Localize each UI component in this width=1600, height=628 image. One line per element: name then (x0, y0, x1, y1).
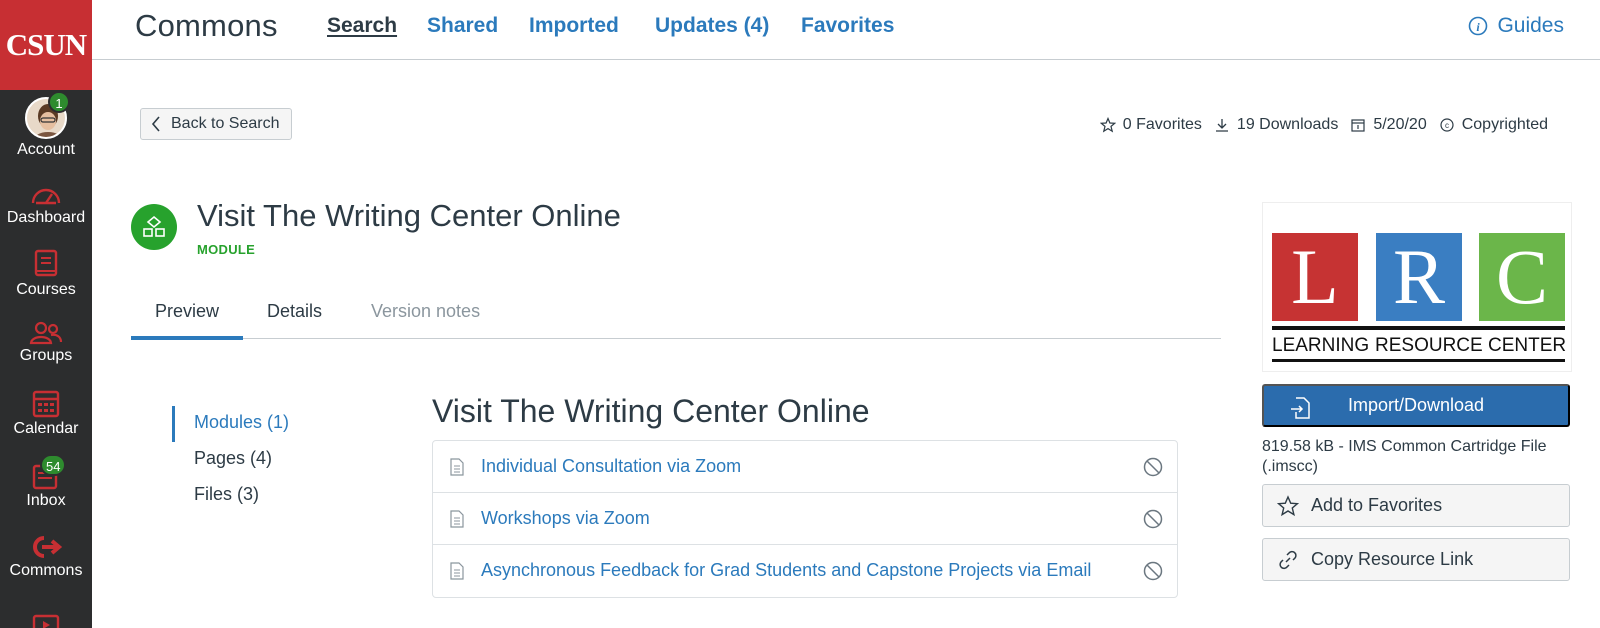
account-badge: 1 (48, 91, 70, 113)
updated-date: 5/20/20 (1373, 116, 1427, 133)
nav-calendar[interactable]: Calendar (0, 388, 92, 438)
svg-text:c: c (1445, 121, 1449, 130)
thumb-word-resource: RESOURCE (1375, 335, 1483, 356)
module-item-list: Individual Consultation via Zoom Worksho… (432, 440, 1178, 598)
favorites-stat: 0 Favorites (1099, 116, 1202, 134)
groups-icon (29, 321, 63, 345)
thumb-rule-bottom (1272, 359, 1565, 362)
top-link-imported[interactable]: Imported (529, 14, 619, 38)
nav-calendar-label: Calendar (13, 420, 79, 437)
list-item: Asynchronous Feedback for Grad Students … (433, 545, 1177, 597)
thumb-word-learning: LEARNING (1272, 335, 1370, 356)
calendar-icon (32, 390, 60, 418)
star-icon (1099, 117, 1116, 133)
module-title: Visit The Writing Center Online (432, 393, 870, 429)
thumb-word-center: CENTER (1488, 335, 1567, 356)
resource-title: Visit The Writing Center Online (197, 198, 621, 233)
tab-details[interactable]: Details (267, 301, 322, 322)
downloads-stat: 19 Downloads (1214, 116, 1338, 134)
back-label: Back to Search (171, 115, 280, 132)
resource-stats: 0 Favorites 19 Downloads 5/20/20 c Copyr… (1088, 116, 1548, 134)
nav-inbox-label: Inbox (26, 492, 66, 509)
thumb-letter-l: L (1272, 233, 1358, 321)
courses-icon (34, 249, 58, 277)
module-type-icon (131, 204, 177, 250)
module-icon (143, 215, 165, 237)
date-stat: 5/20/20 (1350, 116, 1427, 134)
commons-icon (33, 536, 62, 558)
list-item: Workshops via Zoom (433, 493, 1177, 545)
menu-pages[interactable]: Pages (4) (194, 448, 272, 469)
import-download-button[interactable]: Import/Download (1262, 384, 1570, 427)
chevron-left-icon (151, 116, 160, 132)
resource-thumbnail: L R C LEARNING RESOURCE CENTER (1262, 202, 1572, 372)
nav-inbox[interactable]: 54 Inbox (0, 454, 92, 510)
top-link-favorites[interactable]: Favorites (801, 14, 894, 38)
nav-groups-label: Groups (19, 347, 73, 364)
thumb-letter-c: C (1479, 233, 1565, 321)
star-outline-icon (1277, 494, 1299, 516)
tab-preview[interactable]: Preview (155, 301, 219, 322)
nav-commons[interactable]: Commons (0, 534, 92, 580)
nav-account[interactable]: 1 Account (0, 91, 92, 159)
favorites-count: 0 Favorites (1122, 116, 1202, 133)
add-to-favorites-button[interactable]: Add to Favorites (1262, 484, 1570, 527)
global-nav: CSUN 1 Account Dashboard Courses Groups … (0, 0, 92, 628)
copyright-icon: c (1440, 118, 1454, 132)
file-info: 819.58 kB - IMS Common Cartridge File (.… (1262, 438, 1547, 475)
menu-modules[interactable]: Modules (1) (194, 412, 289, 433)
license-stat: c Copyrighted (1439, 116, 1548, 134)
downloads-count: 19 Downloads (1236, 116, 1339, 133)
nav-courses-label: Courses (16, 281, 76, 298)
download-icon (1215, 119, 1228, 132)
copy-resource-link-button[interactable]: Copy Resource Link (1262, 538, 1570, 581)
favorite-label: Add to Favorites (1311, 495, 1443, 515)
unpublished-icon (1143, 561, 1163, 581)
import-label: Import/Download (1347, 395, 1485, 415)
nav-courses[interactable]: Courses (0, 249, 92, 299)
inbox-badge: 54 (40, 454, 67, 476)
top-link-shared[interactable]: Shared (427, 14, 498, 38)
resource-tabs: Preview Details Version notes (131, 293, 1221, 340)
thumb-rule-top (1272, 326, 1565, 330)
svg-text:i: i (1477, 20, 1481, 34)
app-title: Commons (135, 8, 278, 43)
csun-logo[interactable]: CSUN (0, 0, 92, 90)
unpublished-icon (1143, 509, 1163, 529)
info-icon: i (1469, 16, 1488, 36)
nav-dashboard[interactable]: Dashboard (0, 183, 92, 227)
active-menu-indicator (172, 406, 175, 442)
license-label: Copyrighted (1461, 116, 1548, 133)
top-link-search[interactable]: Search (327, 14, 397, 38)
menu-files[interactable]: Files (3) (194, 484, 259, 505)
dashboard-icon (31, 188, 61, 205)
document-icon (450, 458, 464, 476)
thumb-letter-r: R (1376, 233, 1462, 321)
list-item: Individual Consultation via Zoom (433, 441, 1177, 493)
nav-groups[interactable]: Groups (0, 321, 92, 365)
copy-link-label: Copy Resource Link (1311, 549, 1474, 569)
nav-dashboard-label: Dashboard (6, 209, 86, 226)
tab-version-notes: Version notes (371, 301, 481, 321)
active-tab-indicator (131, 336, 243, 340)
media-icon[interactable] (32, 612, 60, 628)
module-item-link[interactable]: Asynchronous Feedback for Grad Students … (481, 560, 1091, 581)
module-item-link[interactable]: Individual Consultation via Zoom (481, 456, 741, 477)
back-to-search-button[interactable]: Back to Search (140, 108, 292, 140)
module-item-link[interactable]: Workshops via Zoom (481, 508, 650, 529)
nav-account-label: Account (17, 141, 75, 158)
guides-label: Guides (1497, 14, 1564, 37)
resource-type-label: MODULE (197, 242, 256, 257)
top-link-updates[interactable]: Updates (4) (655, 14, 769, 38)
logo-text: CSUN (5, 27, 87, 62)
document-icon (450, 562, 464, 580)
document-icon (450, 510, 464, 528)
top-bar: Commons Search Shared Imported Updates (… (92, 0, 1600, 60)
nav-commons-label: Commons (9, 562, 83, 579)
import-icon (1291, 397, 1310, 419)
guides-link[interactable]: i Guides (1468, 14, 1564, 38)
calendar-small-icon (1351, 119, 1365, 132)
link-icon (1279, 550, 1297, 569)
unpublished-icon (1143, 457, 1163, 477)
